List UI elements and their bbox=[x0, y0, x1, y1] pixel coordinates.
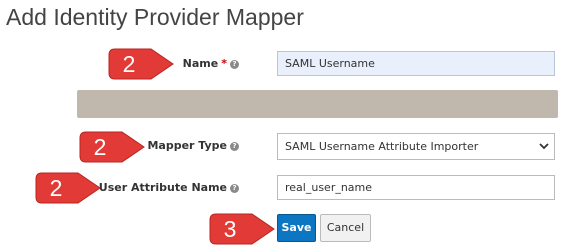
mapper-type-label-text: Mapper Type bbox=[147, 139, 227, 152]
name-input[interactable] bbox=[277, 51, 555, 76]
page-title: Add Identity Provider Mapper bbox=[6, 4, 304, 30]
redacted-bar bbox=[77, 90, 558, 118]
user-attribute-name-label-text: User Attribute Name bbox=[98, 181, 227, 194]
help-icon[interactable]: ? bbox=[230, 142, 239, 151]
help-icon[interactable]: ? bbox=[230, 184, 239, 193]
callout-number: 3 bbox=[223, 216, 237, 242]
user-attribute-name-input[interactable] bbox=[277, 175, 555, 200]
chevron-down-icon bbox=[539, 143, 549, 150]
name-label: Name *? bbox=[183, 57, 239, 71]
save-button[interactable]: Save bbox=[277, 214, 316, 242]
callout-number: 2 bbox=[49, 175, 63, 201]
cancel-button[interactable]: Cancel bbox=[320, 214, 371, 242]
help-icon[interactable]: ? bbox=[230, 60, 239, 69]
mapper-type-select[interactable]: SAML Username Attribute Importer bbox=[277, 133, 555, 160]
mapper-type-label: Mapper Type? bbox=[147, 139, 239, 153]
name-label-text: Name bbox=[182, 57, 219, 70]
mapper-type-selected: SAML Username Attribute Importer bbox=[285, 140, 479, 153]
callout-number: 2 bbox=[122, 51, 136, 77]
user-attribute-name-label: User Attribute Name? bbox=[99, 181, 239, 195]
required-asterisk: * bbox=[221, 57, 227, 70]
callout-number: 2 bbox=[93, 134, 107, 160]
